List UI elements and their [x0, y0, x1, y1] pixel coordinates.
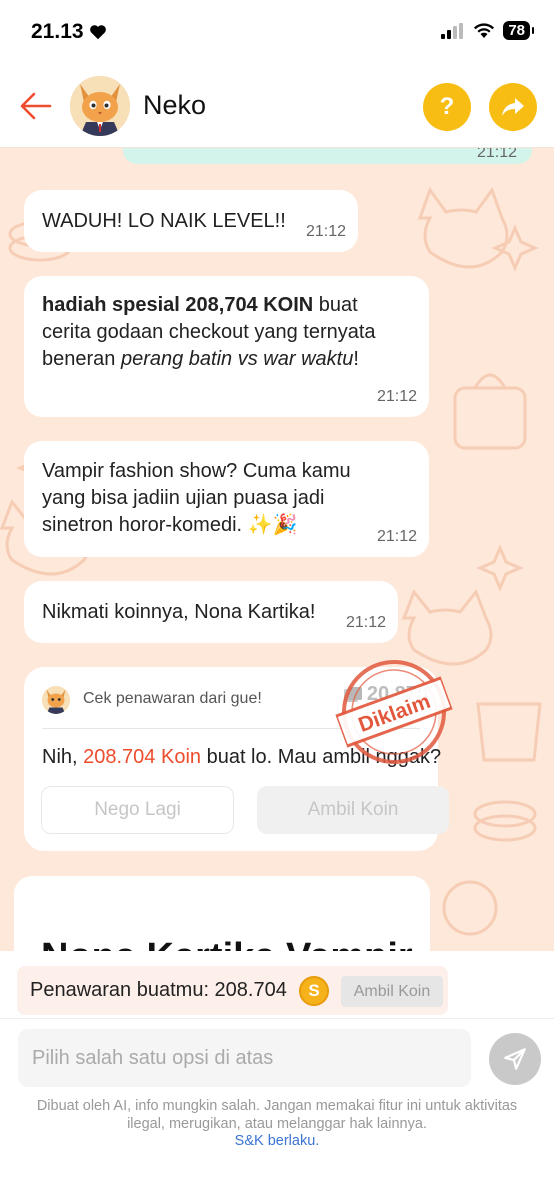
signal-icon — [441, 22, 464, 39]
cat-avatar-icon — [42, 686, 70, 714]
back-arrow-icon — [20, 92, 52, 120]
claim-coin-button[interactable]: Ambil Koin — [257, 786, 449, 834]
send-button[interactable] — [489, 1033, 541, 1085]
ai-disclaimer: Dibuat oleh AI, info mungkin salah. Jang… — [36, 1098, 518, 1132]
share-icon — [502, 98, 524, 116]
message-time: 21:12 — [476, 148, 517, 161]
message-bubble: Vampir fashion show? Cuma kamu yang bisa… — [24, 441, 429, 557]
message-italic-text: perang batin vs war waktu — [120, 348, 354, 370]
status-icons: 78 — [441, 21, 534, 40]
help-icon: ? — [439, 93, 455, 120]
claim-coin-button-bar[interactable]: Ambil Koin — [341, 976, 443, 1007]
terms-link[interactable]: S&K berlaku. — [0, 1133, 554, 1149]
chat-header: Neko ? — [0, 64, 554, 148]
share-button[interactable] — [489, 83, 537, 131]
chat-title: Neko — [143, 90, 207, 120]
offer-text-prefix: Nih, — [42, 746, 84, 768]
avatar — [42, 686, 70, 714]
clock-text: 21.13 — [31, 20, 84, 43]
heart-icon — [89, 25, 106, 40]
nego-button[interactable]: Nego Lagi — [41, 786, 234, 834]
message-bubble: Nona Kartika Vampir — [14, 876, 430, 951]
message-time: 21:12 — [376, 528, 417, 545]
message-text-part: ! — [353, 348, 359, 370]
message-input[interactable] — [18, 1029, 471, 1087]
message-title: Nona Kartika Vampir — [41, 936, 413, 951]
offer-title: Cek penawaran dari gue! — [83, 690, 262, 707]
chat-area[interactable]: 21:12 WADUH! LO NAIK LEVEL!! 21:12 hadia… — [0, 148, 554, 951]
wifi-icon — [474, 22, 495, 38]
message-text: hadiah spesial 208,704 KOIN buat cerita … — [42, 292, 412, 373]
message-text: WADUH! LO NAIK LEVEL!! — [42, 210, 286, 232]
message-bold-text: hadiah spesial 208,704 KOIN — [42, 294, 314, 316]
previous-message-bubble: 21:12 — [123, 148, 532, 164]
message-time: 21:12 — [305, 223, 346, 240]
message-text: Nikmati koinnya, Nona Kartika! — [42, 601, 316, 623]
offer-bar: Penawaran buatmu: 208.704 S Ambil Koin — [17, 966, 448, 1015]
help-button[interactable]: ? — [423, 83, 471, 131]
avatar[interactable] — [70, 76, 130, 136]
battery-indicator: 78 — [503, 21, 534, 40]
terms-link-text[interactable]: S&K berlaku. — [235, 1133, 320, 1149]
status-time: 21.13 — [31, 20, 107, 44]
message-bubble: WADUH! LO NAIK LEVEL!! 21:12 — [24, 190, 358, 252]
message-bubble: hadiah spesial 208,704 KOIN buat cerita … — [24, 276, 429, 417]
message-time: 21:12 — [376, 388, 417, 405]
message-time: 21:12 — [345, 614, 386, 631]
shopee-coin-icon: S — [299, 976, 329, 1006]
status-bar: 21.13 78 — [0, 0, 554, 64]
cat-avatar-icon — [70, 76, 130, 136]
message-bubble: Nikmati koinnya, Nona Kartika! 21:12 — [24, 581, 398, 643]
input-area: Dibuat oleh AI, info mungkin salah. Jang… — [0, 1018, 554, 1200]
send-icon — [504, 1048, 526, 1070]
offer-bar-label: Penawaran buatmu: 208.704 — [30, 979, 287, 1001]
message-text: Vampir fashion show? Cuma kamu yang bisa… — [42, 460, 351, 536]
back-button[interactable] — [18, 88, 54, 124]
offer-amount: 208.704 Koin — [83, 746, 202, 768]
